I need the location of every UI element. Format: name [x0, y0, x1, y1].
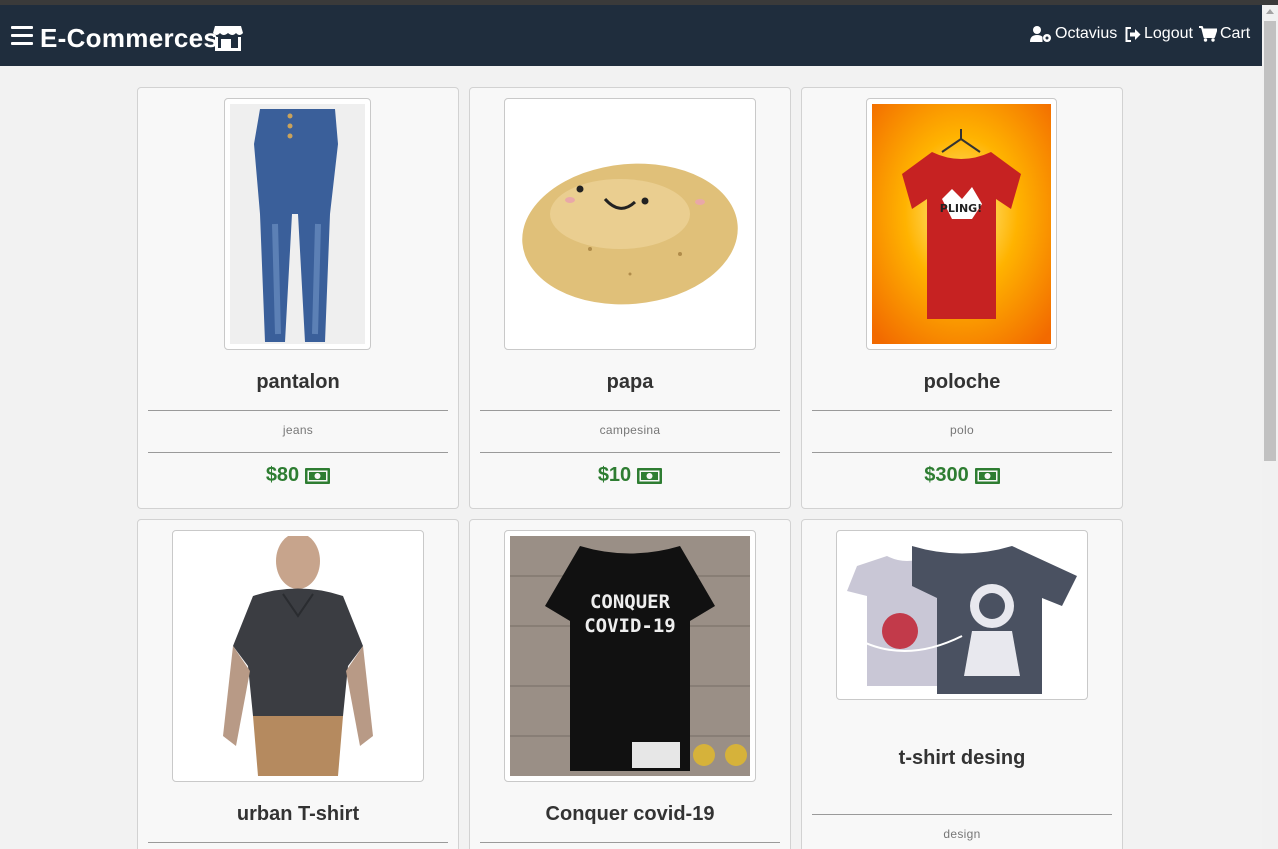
scrollbar-thumb[interactable]	[1264, 21, 1276, 461]
cart-link[interactable]: Cart	[1199, 25, 1250, 43]
cart-label: Cart	[1220, 25, 1251, 42]
user-menu[interactable]: Octavius	[1030, 25, 1117, 43]
divider	[480, 842, 780, 843]
product-description: jeans	[282, 423, 314, 437]
price-value: $80	[265, 464, 300, 486]
product-name: Conquer covid-19	[545, 803, 715, 825]
product-card[interactable]: pantalon jeans $80	[137, 87, 459, 509]
product-name: urban T-shirt	[236, 803, 360, 825]
shirt-print-line-1: CONQUER	[590, 591, 671, 613]
product-image[interactable]: CONQUER COVID-19	[504, 530, 756, 782]
product-name: t-shirt desing	[898, 747, 1026, 769]
divider	[148, 842, 448, 843]
product-description: polo	[950, 423, 974, 437]
product-name: pantalon	[256, 371, 340, 393]
product-name: papa	[606, 371, 654, 393]
divider	[480, 452, 780, 453]
divider	[148, 410, 448, 411]
page-scrollbar[interactable]	[1262, 5, 1278, 849]
scroll-up-icon[interactable]	[1266, 9, 1274, 14]
menu-icon[interactable]	[11, 26, 33, 46]
store-icon	[213, 26, 243, 51]
divider	[812, 452, 1112, 453]
product-price: $10	[470, 464, 790, 487]
astronaut-tshirt-photo	[842, 536, 1082, 694]
product-card[interactable]: urban T-shirt	[137, 519, 459, 849]
product-name: poloche	[923, 371, 1001, 393]
divider	[148, 452, 448, 453]
potato-photo	[510, 104, 750, 344]
logout-icon	[1125, 26, 1141, 42]
user-settings-icon	[1030, 26, 1051, 42]
product-card[interactable]: PLING! poloche polo $300	[801, 87, 1123, 509]
product-price: $300	[802, 464, 1122, 487]
product-description: design	[943, 827, 981, 841]
money-bill-icon	[305, 467, 331, 484]
product-image[interactable]	[224, 98, 371, 350]
shirt-print-line-2: COVID-19	[584, 615, 676, 637]
money-bill-icon	[637, 467, 663, 484]
price-value: $300	[924, 464, 969, 486]
price-value: $10	[597, 464, 632, 486]
product-card[interactable]: t-shirt desing design	[801, 519, 1123, 849]
red-tshirt-photo: PLING!	[872, 104, 1051, 344]
product-image[interactable]	[836, 530, 1088, 700]
money-bill-icon	[974, 467, 1000, 484]
brand-title[interactable]: E-Commerces	[40, 23, 218, 54]
jeans-photo	[230, 104, 365, 344]
product-description: campesina	[599, 423, 661, 437]
logout-link[interactable]: Logout	[1125, 25, 1193, 43]
product-image[interactable]	[172, 530, 424, 782]
man-tshirt-photo	[178, 536, 418, 776]
product-image[interactable]: PLING!	[866, 98, 1057, 350]
navbar: E-Commerces Octavius Logout Cart	[0, 5, 1262, 66]
cart-icon	[1199, 26, 1217, 42]
logout-label: Logout	[1144, 25, 1193, 42]
product-card[interactable]: CONQUER COVID-19 Conquer covid-19	[469, 519, 791, 849]
divider	[480, 410, 780, 411]
product-price: $80	[138, 464, 458, 487]
divider	[812, 814, 1112, 815]
product-image[interactable]	[504, 98, 756, 350]
black-tshirt-photo: CONQUER COVID-19	[510, 536, 750, 776]
divider	[812, 410, 1112, 411]
svg-text:PLING!: PLING!	[940, 202, 982, 215]
user-name: Octavius	[1055, 25, 1118, 42]
product-card[interactable]: papa campesina $10	[469, 87, 791, 509]
